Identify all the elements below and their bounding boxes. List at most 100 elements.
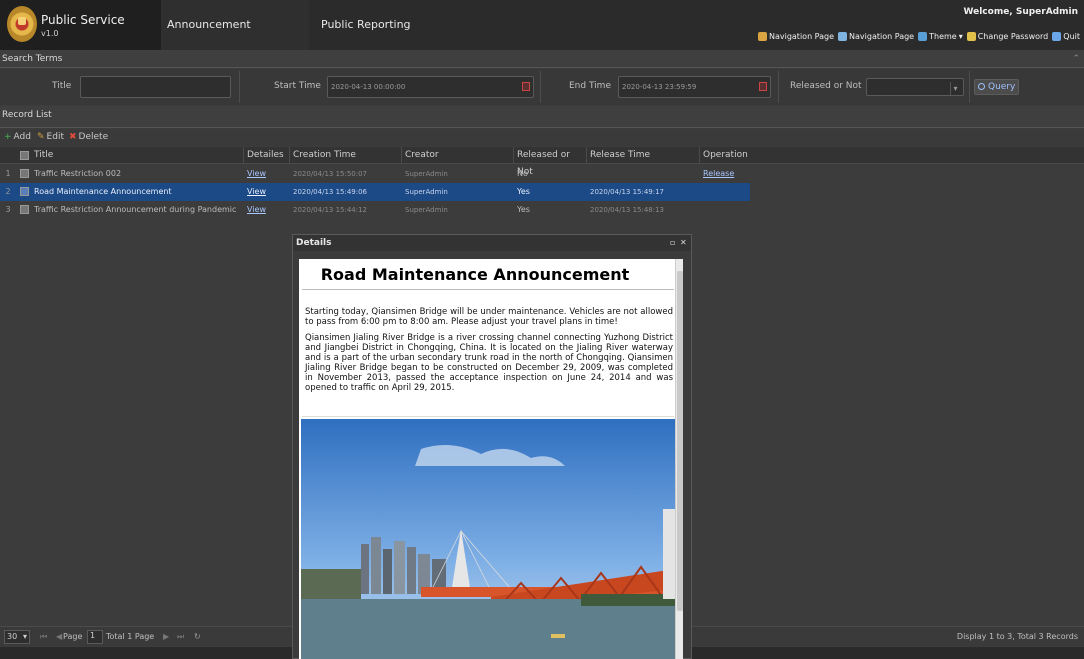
calendar-icon[interactable] xyxy=(522,82,530,91)
row-released: Yes xyxy=(517,187,530,196)
navigation-page-link[interactable]: Navigation Page xyxy=(757,32,835,41)
first-page-icon[interactable]: ⏮ xyxy=(40,632,47,642)
page-value: 1 xyxy=(90,631,96,640)
key-icon xyxy=(966,32,976,41)
row-checkbox[interactable] xyxy=(20,169,29,178)
table-row[interactable]: 3 Traffic Restriction Announcement durin… xyxy=(0,201,750,219)
welcome-text: Welcome, SuperAdmin xyxy=(963,7,1079,17)
row-release-time: 2020/04/13 15:48:13 xyxy=(590,206,665,214)
plus-icon: + xyxy=(4,132,12,142)
add-label: Add xyxy=(13,132,31,142)
row-checkbox[interactable] xyxy=(20,205,29,214)
chevron-down-icon: ▾ xyxy=(958,32,963,41)
link-label: Theme xyxy=(929,32,957,41)
page-label: Page xyxy=(63,632,83,641)
edit-label: Edit xyxy=(46,132,64,142)
column-header-operation[interactable]: Operation xyxy=(700,147,1084,164)
chevron-down-icon: ▾ xyxy=(22,632,27,641)
column-header-creator[interactable]: Creator xyxy=(402,147,514,164)
change-password-link[interactable]: Change Password xyxy=(966,32,1049,41)
select-all-checkbox[interactable] xyxy=(20,151,29,160)
row-checkbox[interactable] xyxy=(20,187,29,196)
next-page-icon[interactable]: ▶ xyxy=(163,632,169,641)
divider xyxy=(239,71,240,103)
row-released: Yes xyxy=(517,205,530,214)
theme-menu[interactable]: Theme ▾ xyxy=(918,32,963,41)
divider xyxy=(969,71,970,103)
query-button[interactable]: Query xyxy=(974,79,1019,95)
calendar-icon[interactable] xyxy=(759,82,767,91)
row-creation-time: 2020/04/13 15:49:06 xyxy=(293,188,368,196)
paragraph-bridge-info: Qiansimen Jialing River Bridge is a rive… xyxy=(305,333,673,393)
row-creator: SuperAdmin xyxy=(405,188,448,196)
operation-cell xyxy=(700,183,750,201)
close-icon[interactable]: ✕ xyxy=(680,239,687,247)
search-icon xyxy=(978,83,985,90)
delete-button[interactable]: ✖ Delete xyxy=(69,132,108,142)
operation-cell xyxy=(700,201,750,219)
view-link[interactable]: View xyxy=(244,183,290,201)
table-header: Title Detailes Creation Time Creator Rel… xyxy=(0,147,1084,177)
link-label: Navigation Page xyxy=(768,32,835,41)
edit-button[interactable]: ✎ Edit xyxy=(37,132,64,142)
page-input[interactable]: 1 xyxy=(87,630,103,644)
document-scrollbar[interactable] xyxy=(675,259,683,659)
released-select[interactable]: ▾ xyxy=(866,78,964,96)
dialog-header: Details ▫ ✕ xyxy=(293,235,691,251)
title-label: Title xyxy=(52,81,72,91)
row-title: Road Maintenance Announcement xyxy=(34,187,172,196)
paragraph-notice: Starting today, Qiansimen Bridge will be… xyxy=(305,307,673,327)
view-link[interactable]: View xyxy=(244,201,290,219)
row-creation-time: 2020/04/13 15:50:07 xyxy=(293,170,368,178)
add-button[interactable]: + Add xyxy=(4,132,31,142)
chevron-down-icon: ▾ xyxy=(950,82,960,95)
divider xyxy=(302,289,674,290)
row-released: No xyxy=(517,169,528,178)
row-title: Traffic Restriction 002 xyxy=(34,169,122,178)
release-link[interactable]: Release xyxy=(700,165,750,183)
start-time-value: 2020-04-13 00:00:00 xyxy=(331,83,406,91)
record-list-header: Record List xyxy=(0,106,1084,128)
table-row[interactable]: 2 Road Maintenance Announcement View 202… xyxy=(0,183,750,201)
search-terms-header: Search Terms ⌃ xyxy=(0,50,1084,68)
divider xyxy=(302,416,674,417)
row-creator: SuperAdmin xyxy=(405,206,448,214)
maximize-icon[interactable]: ▫ xyxy=(670,239,677,247)
query-label: Query xyxy=(988,82,1016,92)
bridge-photo xyxy=(301,419,675,659)
column-header-details[interactable]: Detailes xyxy=(244,147,290,164)
scrollbar-thumb[interactable] xyxy=(677,271,683,611)
palette-icon xyxy=(918,32,928,41)
link-label: Change Password xyxy=(977,32,1049,41)
start-time-label: Start Time xyxy=(274,81,321,91)
column-header-creation-time[interactable]: Creation Time xyxy=(290,147,402,164)
refresh-icon[interactable]: ↻ xyxy=(194,632,201,641)
view-link[interactable]: View xyxy=(244,165,290,183)
table-row[interactable]: 1 Traffic Restriction 002 View 2020/04/1… xyxy=(0,165,750,183)
prev-page-icon[interactable]: ◀ xyxy=(56,632,62,641)
collapse-icon[interactable]: ⌃ xyxy=(1072,50,1080,68)
tab-public-reporting[interactable]: Public Reporting xyxy=(315,0,417,50)
exit-icon xyxy=(1052,32,1062,41)
end-time-input[interactable]: 2020-04-13 23:59:59 xyxy=(618,76,771,98)
tab-announcement-management[interactable]: Announcement Management xyxy=(161,0,309,81)
row-creator: SuperAdmin xyxy=(405,170,448,178)
title-input[interactable] xyxy=(80,76,231,98)
app-version: v1.0 xyxy=(41,29,59,38)
page-size-select[interactable]: 30 ▾ xyxy=(4,630,30,644)
column-header-release-time[interactable]: Release Time xyxy=(587,147,700,164)
row-number: 2 xyxy=(5,187,11,196)
last-page-icon[interactable]: ⏭ xyxy=(177,632,184,642)
column-header-released[interactable]: Released or Not xyxy=(514,147,587,177)
navigation-page-link-2[interactable]: Navigation Page xyxy=(838,32,914,41)
document-viewer: Road Maintenance Announcement Starting t… xyxy=(299,259,683,659)
delete-label: Delete xyxy=(78,132,109,142)
link-label: Quit xyxy=(1063,32,1080,41)
quit-link[interactable]: Quit xyxy=(1052,32,1080,41)
page-size-value: 30 xyxy=(7,632,18,641)
row-release-time xyxy=(587,165,700,183)
released-label: Released or Not xyxy=(790,81,862,91)
end-time-value: 2020-04-13 23:59:59 xyxy=(622,83,697,91)
column-header-title[interactable]: Title xyxy=(31,147,244,164)
start-time-input[interactable]: 2020-04-13 00:00:00 xyxy=(327,76,534,98)
